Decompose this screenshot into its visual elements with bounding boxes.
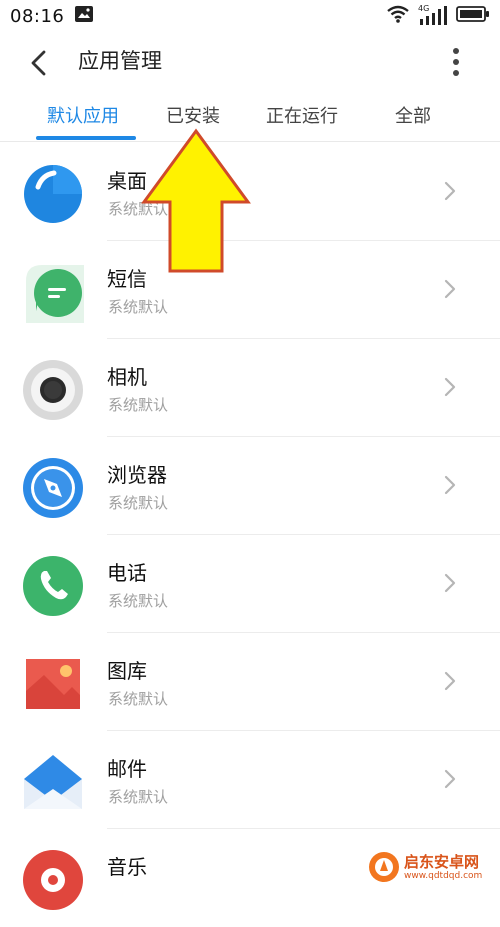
watermark: 启东安卓网 www.qdtdqd.com — [368, 848, 498, 886]
app-name: 电话 — [107, 561, 147, 585]
gallery-notification-icon — [74, 5, 94, 27]
app-name: 浏览器 — [107, 463, 167, 487]
app-subtitle: 系统默认 — [108, 690, 169, 708]
list-item[interactable]: 相机 系统默认 — [0, 339, 500, 437]
app-name: 相机 — [107, 365, 147, 389]
status-left: 08:16 — [10, 5, 94, 27]
app-subtitle: 系统默认 — [108, 494, 169, 512]
phone-icon — [23, 556, 83, 616]
music-icon — [23, 850, 83, 910]
watermark-url: www.qdtdqd.com — [404, 870, 483, 881]
gallery-icon — [26, 659, 80, 709]
watermark-logo-icon — [369, 852, 399, 882]
app-name: 邮件 — [107, 757, 147, 781]
status-right: 4G — [386, 4, 490, 28]
messages-icon — [26, 265, 84, 323]
chevron-right-icon — [444, 573, 456, 593]
tab-default-apps[interactable]: 默认应用 — [47, 104, 119, 130]
watermark-text: 启东安卓网 www.qdtdqd.com — [404, 853, 482, 882]
chevron-right-icon — [444, 181, 456, 201]
chevron-right-icon — [444, 475, 456, 495]
launcher-icon — [24, 165, 82, 223]
list-item[interactable]: 邮件 系统默认 — [0, 731, 500, 829]
more-options-button[interactable] — [440, 44, 472, 80]
active-tab-indicator — [36, 136, 136, 140]
status-time: 08:16 — [10, 5, 65, 27]
app-subtitle: 系统默认 — [108, 592, 169, 610]
signal-icon: 4G — [418, 4, 448, 26]
chevron-right-icon — [444, 671, 456, 691]
list-item[interactable]: 浏览器 系统默认 — [0, 437, 500, 535]
battery-icon — [456, 5, 490, 27]
app-bar: 应用管理 — [0, 32, 500, 90]
back-button[interactable] — [22, 46, 56, 80]
list-item[interactable]: 电话 系统默认 — [0, 535, 500, 633]
app-subtitle: 系统默认 — [108, 298, 169, 316]
browser-icon — [23, 458, 83, 518]
chevron-right-icon — [444, 769, 456, 789]
list-item[interactable]: 图库 系统默认 — [0, 633, 500, 731]
app-subtitle: 系统默认 — [108, 396, 169, 414]
app-name: 音乐 — [107, 855, 147, 879]
wifi-icon — [386, 4, 410, 28]
tab-running[interactable]: 正在运行 — [266, 104, 338, 130]
tab-installed[interactable]: 已安装 — [166, 104, 220, 130]
app-name: 图库 — [107, 659, 147, 683]
watermark-title: 启东安卓网 — [404, 852, 480, 871]
chevron-right-icon — [444, 279, 456, 299]
mail-icon — [24, 755, 82, 809]
page-title: 应用管理 — [78, 49, 162, 73]
camera-icon — [23, 360, 83, 420]
more-vertical-icon — [453, 48, 459, 76]
chevron-left-icon — [31, 50, 46, 76]
app-subtitle: 系统默认 — [108, 788, 169, 806]
tab-all[interactable]: 全部 — [395, 104, 431, 130]
annotation-arrow — [141, 128, 251, 273]
chevron-right-icon — [444, 377, 456, 397]
status-bar: 08:16 4G — [0, 0, 500, 32]
